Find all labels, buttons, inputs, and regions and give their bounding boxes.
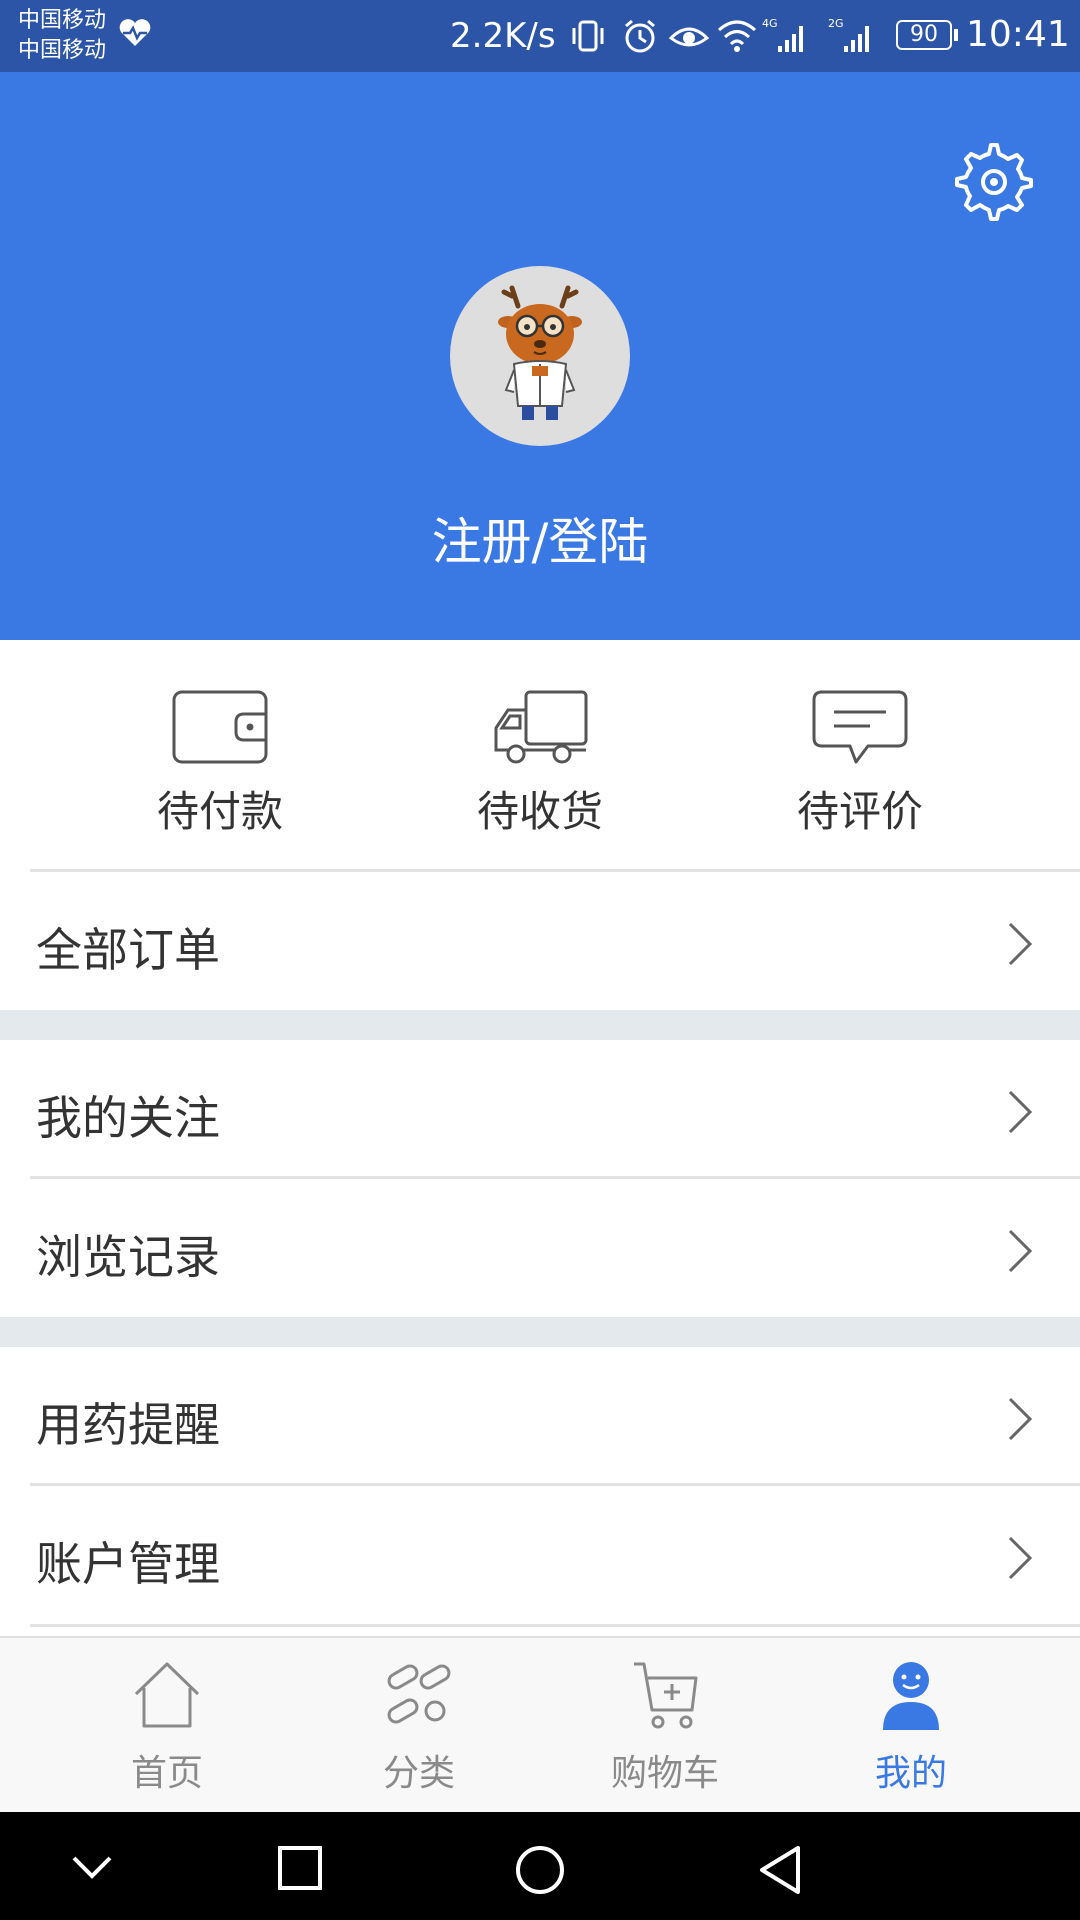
login-register-link[interactable]: 注册/登陆 (0, 502, 1080, 574)
avatar[interactable] (450, 266, 630, 446)
nav-category-label: 分类 (382, 1753, 455, 1794)
category-icon (387, 1664, 451, 1724)
profile-icon (883, 1662, 939, 1730)
my-follows-label: 我的关注 (36, 1091, 220, 1145)
carrier-1: 中国移动 (18, 8, 107, 33)
status-bar: 中国移动 中国移动 2.2K/s 4G 2G 90 10:41 (0, 0, 1080, 72)
account-management-label: 账户管理 (36, 1537, 220, 1591)
browse-history-label: 浏览记录 (36, 1230, 220, 1284)
avatar-deer-icon (498, 285, 582, 420)
nav-home[interactable]: 首页 (42, 1638, 292, 1814)
truck-icon (494, 690, 588, 764)
home-icon (134, 1662, 200, 1728)
cart-icon (634, 1662, 698, 1729)
battery-tip (954, 29, 958, 41)
chevron-right-icon (1008, 1090, 1033, 1134)
chevron-right-icon (1008, 922, 1033, 966)
home-circle-icon[interactable] (514, 1844, 566, 1896)
all-orders-row[interactable]: 全部订单 (0, 872, 1080, 1010)
pending-review-label: 待评价 (796, 787, 923, 836)
carrier-2: 中国移动 (18, 38, 107, 63)
my-follows-row[interactable]: 我的关注 (0, 1040, 1080, 1178)
back-icon[interactable] (756, 1844, 804, 1896)
alarm-icon (625, 19, 655, 53)
divider (30, 1624, 1080, 1627)
nav-cart[interactable]: 购物车 (540, 1638, 790, 1814)
signal-2g-icon: 2G (828, 17, 869, 52)
pending-review-button[interactable]: 待评价 (730, 640, 990, 870)
nav-home-label: 首页 (130, 1753, 203, 1794)
browse-history-row[interactable]: 浏览记录 (0, 1179, 1080, 1317)
system-nav-bar (0, 1812, 1080, 1920)
medication-reminder-label: 用药提醒 (36, 1398, 220, 1452)
account-management-row[interactable]: 账户管理 (0, 1486, 1080, 1624)
pending-payment-label: 待付款 (156, 787, 283, 836)
settings-icon[interactable] (954, 142, 1034, 222)
all-orders-label: 全部订单 (36, 923, 220, 977)
pending-receipt-label: 待收货 (476, 787, 603, 836)
network-speed: 2.2K/s (450, 16, 556, 56)
wallet-icon (172, 690, 268, 764)
chevron-right-icon (1008, 1397, 1033, 1441)
comment-icon (812, 690, 908, 764)
vibrate-icon (572, 20, 604, 52)
svg-text:4G: 4G (762, 17, 778, 30)
profile-header: 注册/登陆 (0, 72, 1080, 640)
chevron-right-icon (1008, 1229, 1033, 1273)
battery-icon: 90 (896, 20, 952, 50)
bottom-nav: 首页 分类 购物车 我的 (0, 1636, 1080, 1812)
health-icon (119, 19, 151, 46)
nav-profile-label: 我的 (874, 1753, 947, 1794)
eye-icon (668, 27, 710, 47)
section-gap (0, 1010, 1080, 1040)
clock: 10:41 (966, 14, 1070, 55)
svg-text:2G: 2G (828, 17, 844, 30)
medication-reminder-row[interactable]: 用药提醒 (0, 1347, 1080, 1485)
nav-profile[interactable]: 我的 (786, 1638, 1036, 1814)
order-status-row: 待付款 待收货 待评价 (0, 640, 1080, 870)
wifi-icon (718, 20, 756, 52)
recents-icon[interactable] (276, 1844, 324, 1892)
nav-category[interactable]: 分类 (294, 1638, 544, 1814)
collapse-icon[interactable] (70, 1844, 114, 1888)
chevron-right-icon (1008, 1536, 1033, 1580)
signal-4g-icon: 4G (762, 17, 803, 52)
pending-receipt-button[interactable]: 待收货 (410, 640, 670, 870)
section-gap (0, 1317, 1080, 1347)
nav-cart-label: 购物车 (610, 1753, 719, 1794)
pending-payment-button[interactable]: 待付款 (90, 640, 350, 870)
